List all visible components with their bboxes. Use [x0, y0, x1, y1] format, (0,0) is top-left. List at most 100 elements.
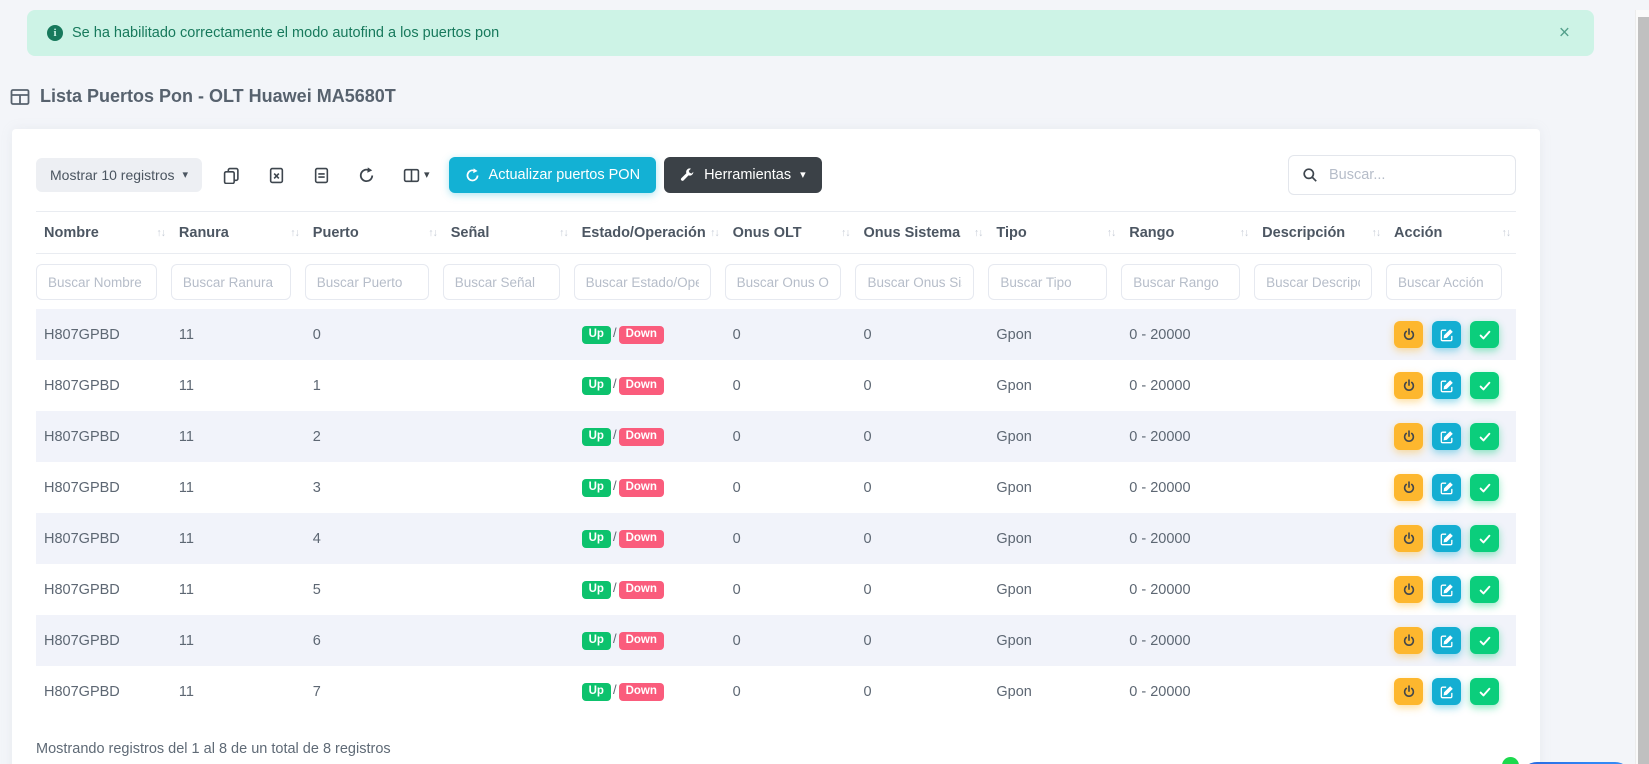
cell-rango: 0 - 20000	[1121, 615, 1254, 666]
power-button[interactable]	[1394, 423, 1423, 450]
power-button[interactable]	[1394, 372, 1423, 399]
column-header-onus-olt[interactable]: Onus OLT↑↓	[725, 212, 856, 254]
cell-ranura: 11	[171, 462, 305, 513]
power-button[interactable]	[1394, 678, 1423, 705]
filter-input-onus-sistema[interactable]	[855, 264, 974, 300]
file-export-button[interactable]	[302, 161, 341, 190]
power-button[interactable]	[1394, 474, 1423, 501]
excel-export-button[interactable]	[257, 161, 296, 190]
filter-input-tipo[interactable]	[988, 264, 1107, 300]
column-header-ranura[interactable]: Ranura↑↓	[171, 212, 305, 254]
column-header-tipo[interactable]: Tipo↑↓	[988, 212, 1121, 254]
cell-tipo: Gpon	[988, 513, 1121, 564]
column-header-rango[interactable]: Rango↑↓	[1121, 212, 1254, 254]
confirm-button[interactable]	[1470, 423, 1499, 450]
records-summary: Mostrando registros del 1 al 8 de un tot…	[36, 741, 1516, 757]
column-header-estado[interactable]: Estado/Operación↑↓	[574, 212, 725, 254]
column-header-accion[interactable]: Acción↑↓	[1386, 212, 1516, 254]
power-icon	[1402, 328, 1416, 342]
table-row: H807GPBD 11 3 Up/Down 0 0 Gpon 0 - 20000	[36, 462, 1516, 513]
sort-icon[interactable]: ↑↓	[559, 227, 568, 239]
confirm-button[interactable]	[1470, 372, 1499, 399]
filter-input-senal[interactable]	[443, 264, 560, 300]
close-icon[interactable]: ×	[1555, 22, 1574, 45]
power-button[interactable]	[1394, 576, 1423, 603]
cell-puerto: 3	[305, 462, 443, 513]
column-header-nombre[interactable]: Nombre↑↓	[36, 212, 171, 254]
cell-rango: 0 - 20000	[1121, 513, 1254, 564]
edit-button[interactable]	[1432, 423, 1461, 450]
power-icon	[1402, 481, 1416, 495]
filter-input-rango[interactable]	[1121, 264, 1240, 300]
confirm-button[interactable]	[1470, 576, 1499, 603]
column-header-puerto[interactable]: Puerto↑↓	[305, 212, 443, 254]
sort-icon[interactable]: ↑↓	[1107, 227, 1116, 239]
sort-icon[interactable]: ↑↓	[1240, 227, 1249, 239]
tools-button[interactable]: Herramientas ▾	[664, 157, 822, 193]
confirm-button[interactable]	[1470, 321, 1499, 348]
edit-button[interactable]	[1432, 372, 1461, 399]
column-header-onus-sistema[interactable]: Onus Sistema↑↓	[855, 212, 988, 254]
reload-button[interactable]	[347, 161, 386, 190]
sort-icon[interactable]: ↑↓	[290, 227, 299, 239]
copy-button[interactable]	[212, 161, 251, 190]
cell-ranura: 11	[171, 309, 305, 360]
search-input[interactable]	[1327, 166, 1502, 184]
filter-input-descripcion[interactable]	[1254, 264, 1372, 300]
cell-tipo: Gpon	[988, 411, 1121, 462]
edit-button[interactable]	[1432, 678, 1461, 705]
badge-separator: /	[613, 631, 617, 646]
power-button[interactable]	[1394, 321, 1423, 348]
column-header-senal[interactable]: Señal↑↓	[443, 212, 574, 254]
power-button[interactable]	[1394, 627, 1423, 654]
filter-input-onus-olt[interactable]	[725, 264, 842, 300]
cell-onus-olt: 0	[725, 513, 856, 564]
filter-input-accion[interactable]	[1386, 264, 1502, 300]
show-entries-select[interactable]: Mostrar 10 registros ▾	[36, 158, 202, 192]
cell-onus-sistema: 0	[855, 564, 988, 615]
confirm-button[interactable]	[1470, 525, 1499, 552]
table-row: H807GPBD 11 4 Up/Down 0 0 Gpon 0 - 20000	[36, 513, 1516, 564]
badge-separator: /	[613, 478, 617, 493]
cell-accion	[1386, 360, 1516, 411]
edit-button[interactable]	[1432, 321, 1461, 348]
status-up-badge: Up	[582, 479, 611, 498]
sort-icon[interactable]: ↑↓	[974, 227, 983, 239]
sort-icon[interactable]: ↑↓	[1502, 227, 1511, 239]
chevron-down-icon: ▾	[800, 170, 806, 181]
badge-separator: /	[613, 427, 617, 442]
cell-nombre: H807GPBD	[36, 309, 171, 360]
cell-onus-sistema: 0	[855, 462, 988, 513]
power-button[interactable]	[1394, 525, 1423, 552]
edit-button[interactable]	[1432, 525, 1461, 552]
edit-button[interactable]	[1432, 627, 1461, 654]
power-icon	[1402, 430, 1416, 444]
cell-nombre: H807GPBD	[36, 666, 171, 717]
status-up-badge: Up	[582, 581, 611, 600]
column-header-descripcion[interactable]: Descripción↑↓	[1254, 212, 1386, 254]
confirm-button[interactable]	[1470, 474, 1499, 501]
cell-descripcion	[1254, 411, 1386, 462]
info-icon: i	[47, 25, 63, 41]
scrollbar-thumb[interactable]	[1638, 17, 1649, 764]
sort-icon[interactable]: ↑↓	[428, 227, 437, 239]
confirm-button[interactable]	[1470, 627, 1499, 654]
sort-icon[interactable]: ↑↓	[841, 227, 850, 239]
edit-button[interactable]	[1432, 474, 1461, 501]
sort-icon[interactable]: ↑↓	[710, 227, 719, 239]
filter-input-ranura[interactable]	[171, 264, 291, 300]
badge-separator: /	[613, 376, 617, 391]
table-icon	[10, 87, 30, 107]
edit-button[interactable]	[1432, 576, 1461, 603]
badge-separator: /	[613, 529, 617, 544]
update-ports-button[interactable]: Actualizar puertos PON	[449, 157, 657, 193]
filter-input-puerto[interactable]	[305, 264, 429, 300]
cell-onus-olt: 0	[725, 615, 856, 666]
filter-input-nombre[interactable]	[36, 264, 157, 300]
sort-icon[interactable]: ↑↓	[156, 227, 165, 239]
confirm-button[interactable]	[1470, 678, 1499, 705]
filter-input-estado[interactable]	[574, 264, 711, 300]
column-visibility-button[interactable]: ▾	[392, 161, 441, 190]
sort-icon[interactable]: ↑↓	[1372, 227, 1381, 239]
cell-estado: Up/Down	[574, 615, 725, 666]
